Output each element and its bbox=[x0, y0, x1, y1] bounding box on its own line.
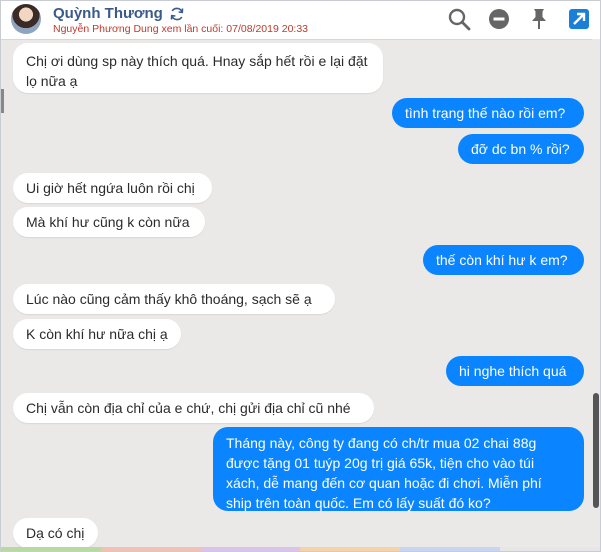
message-outgoing[interactable]: tình trạng thế nào rồi em? bbox=[392, 98, 584, 128]
message-incoming[interactable]: Chị vẫn còn địa chỉ của e chứ, chị gửi đ… bbox=[13, 393, 374, 423]
message-outgoing[interactable]: đỡ dc bn % rồi? bbox=[458, 134, 584, 164]
sync-icon[interactable] bbox=[169, 6, 185, 22]
chat-header: Quỳnh Thương Nguyễn Phương Dung xem lần … bbox=[1, 1, 600, 40]
message-outgoing[interactable]: hi nghe thích quá bbox=[446, 356, 584, 386]
search-icon[interactable] bbox=[446, 6, 472, 32]
message-outgoing[interactable]: Tháng này, công ty đang có ch/tr mua 02 … bbox=[213, 427, 584, 511]
resize-handle[interactable] bbox=[1, 89, 4, 113]
chat-window: Quỳnh Thương Nguyễn Phương Dung xem lần … bbox=[0, 0, 601, 552]
last-seen-text: Nguyễn Phương Dung xem lần cuối: 07/08/2… bbox=[53, 23, 309, 35]
pin-icon[interactable] bbox=[526, 6, 552, 32]
message-list[interactable]: Chị ơi dùng sp này thích quá. Hnay sắp h… bbox=[1, 39, 593, 549]
footer-color-strip bbox=[1, 547, 600, 551]
minus-circle-icon[interactable] bbox=[486, 6, 512, 32]
scrollbar-thumb[interactable] bbox=[593, 393, 599, 508]
message-incoming[interactable]: Dạ có chị bbox=[13, 518, 98, 548]
message-incoming[interactable]: Mà khí hư cũng k còn nữa bbox=[13, 207, 205, 237]
message-outgoing[interactable]: thế còn khí hư k em? bbox=[423, 245, 584, 275]
message-incoming[interactable]: Lúc nào cũng cảm thấy khô thoáng, sạch s… bbox=[13, 284, 335, 314]
message-incoming[interactable]: Chị ơi dùng sp này thích quá. Hnay sắp h… bbox=[13, 43, 383, 93]
contact-name[interactable]: Quỳnh Thương bbox=[53, 5, 163, 22]
open-external-icon[interactable] bbox=[566, 6, 592, 32]
avatar[interactable] bbox=[11, 4, 41, 34]
message-incoming[interactable]: Ui giờ hết ngứa luôn rồi chị bbox=[13, 173, 212, 203]
message-incoming[interactable]: K còn khí hư nữa chị ạ bbox=[13, 319, 181, 349]
